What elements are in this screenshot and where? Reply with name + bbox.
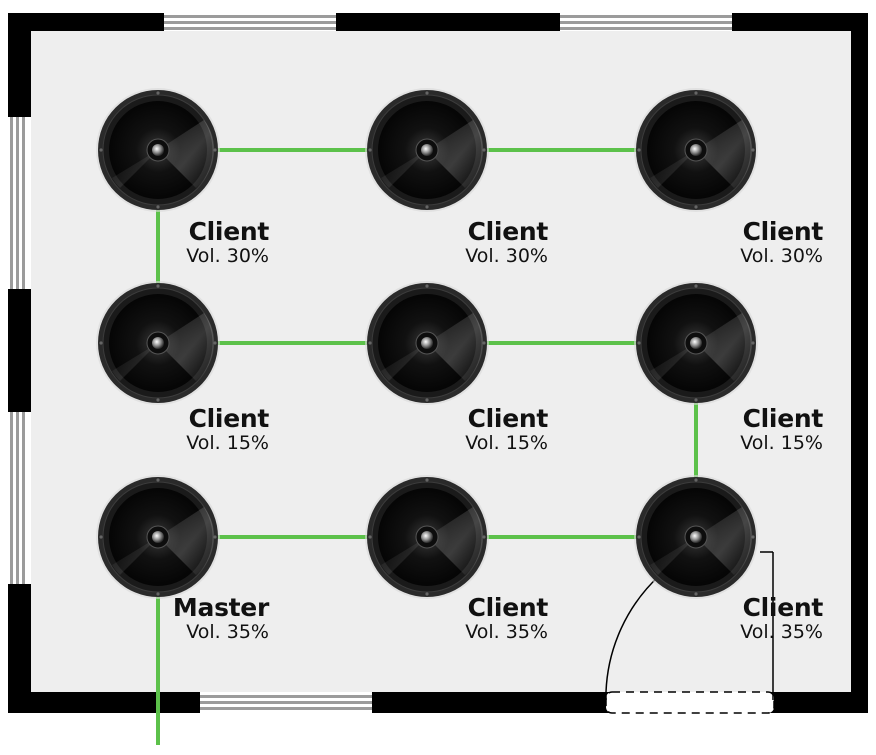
speaker-grid xyxy=(96,88,758,599)
speaker-role: Client xyxy=(742,593,824,622)
speaker-volume: Vol. 35% xyxy=(465,621,548,643)
window-left-lower xyxy=(8,412,31,584)
ceiling-speaker-icon xyxy=(96,281,220,405)
ceiling-speaker-icon xyxy=(96,88,220,212)
window-bottom xyxy=(200,692,372,713)
speaker-role: Master xyxy=(172,593,269,622)
speaker-volume: Vol. 15% xyxy=(465,432,548,454)
speaker-volume: Vol. 30% xyxy=(465,245,548,267)
speaker-label: Client Vol. 15% xyxy=(186,405,269,454)
speaker-volume: Vol. 15% xyxy=(740,432,823,454)
speaker-label: Client Vol. 15% xyxy=(465,405,548,454)
ceiling-speaker-icon xyxy=(365,281,489,405)
ceiling-speaker-icon xyxy=(634,475,758,599)
speaker-label: Client Vol. 30% xyxy=(465,218,548,267)
speaker-role: Client xyxy=(742,404,824,433)
speaker-role: Client xyxy=(188,404,270,433)
speaker-role: Client xyxy=(467,593,549,622)
speaker-volume: Vol. 15% xyxy=(186,432,269,454)
ceiling-speaker-icon xyxy=(634,88,758,212)
speaker-volume: Vol. 30% xyxy=(186,245,269,267)
speaker-volume: Vol. 35% xyxy=(740,621,823,643)
speaker-label: Client Vol. 30% xyxy=(740,218,823,267)
speaker-role: Client xyxy=(467,217,549,246)
speaker-label: Client Vol. 30% xyxy=(186,218,269,267)
ceiling-speaker-icon xyxy=(634,281,758,405)
window-top-left xyxy=(164,13,336,31)
room-diagram: Client Vol. 30% Client Vol. 30% Client Vol. 3… xyxy=(0,0,876,751)
speaker-label: Master Vol. 35% xyxy=(173,594,269,643)
window-left-upper xyxy=(8,117,31,289)
speaker-role: Client xyxy=(467,404,549,433)
speaker-volume: Vol. 30% xyxy=(740,245,823,267)
speaker-label: Client Vol. 35% xyxy=(465,594,548,643)
ceiling-speaker-icon xyxy=(365,475,489,599)
speaker-role: Client xyxy=(742,217,824,246)
ceiling-speaker-icon xyxy=(96,475,220,599)
speaker-label: Client Vol. 35% xyxy=(740,594,823,643)
speaker-role: Client xyxy=(188,217,270,246)
speaker-volume: Vol. 35% xyxy=(186,621,269,643)
window-top-right xyxy=(560,13,732,31)
speaker-label: Client Vol. 15% xyxy=(740,405,823,454)
ceiling-speaker-icon xyxy=(365,88,489,212)
